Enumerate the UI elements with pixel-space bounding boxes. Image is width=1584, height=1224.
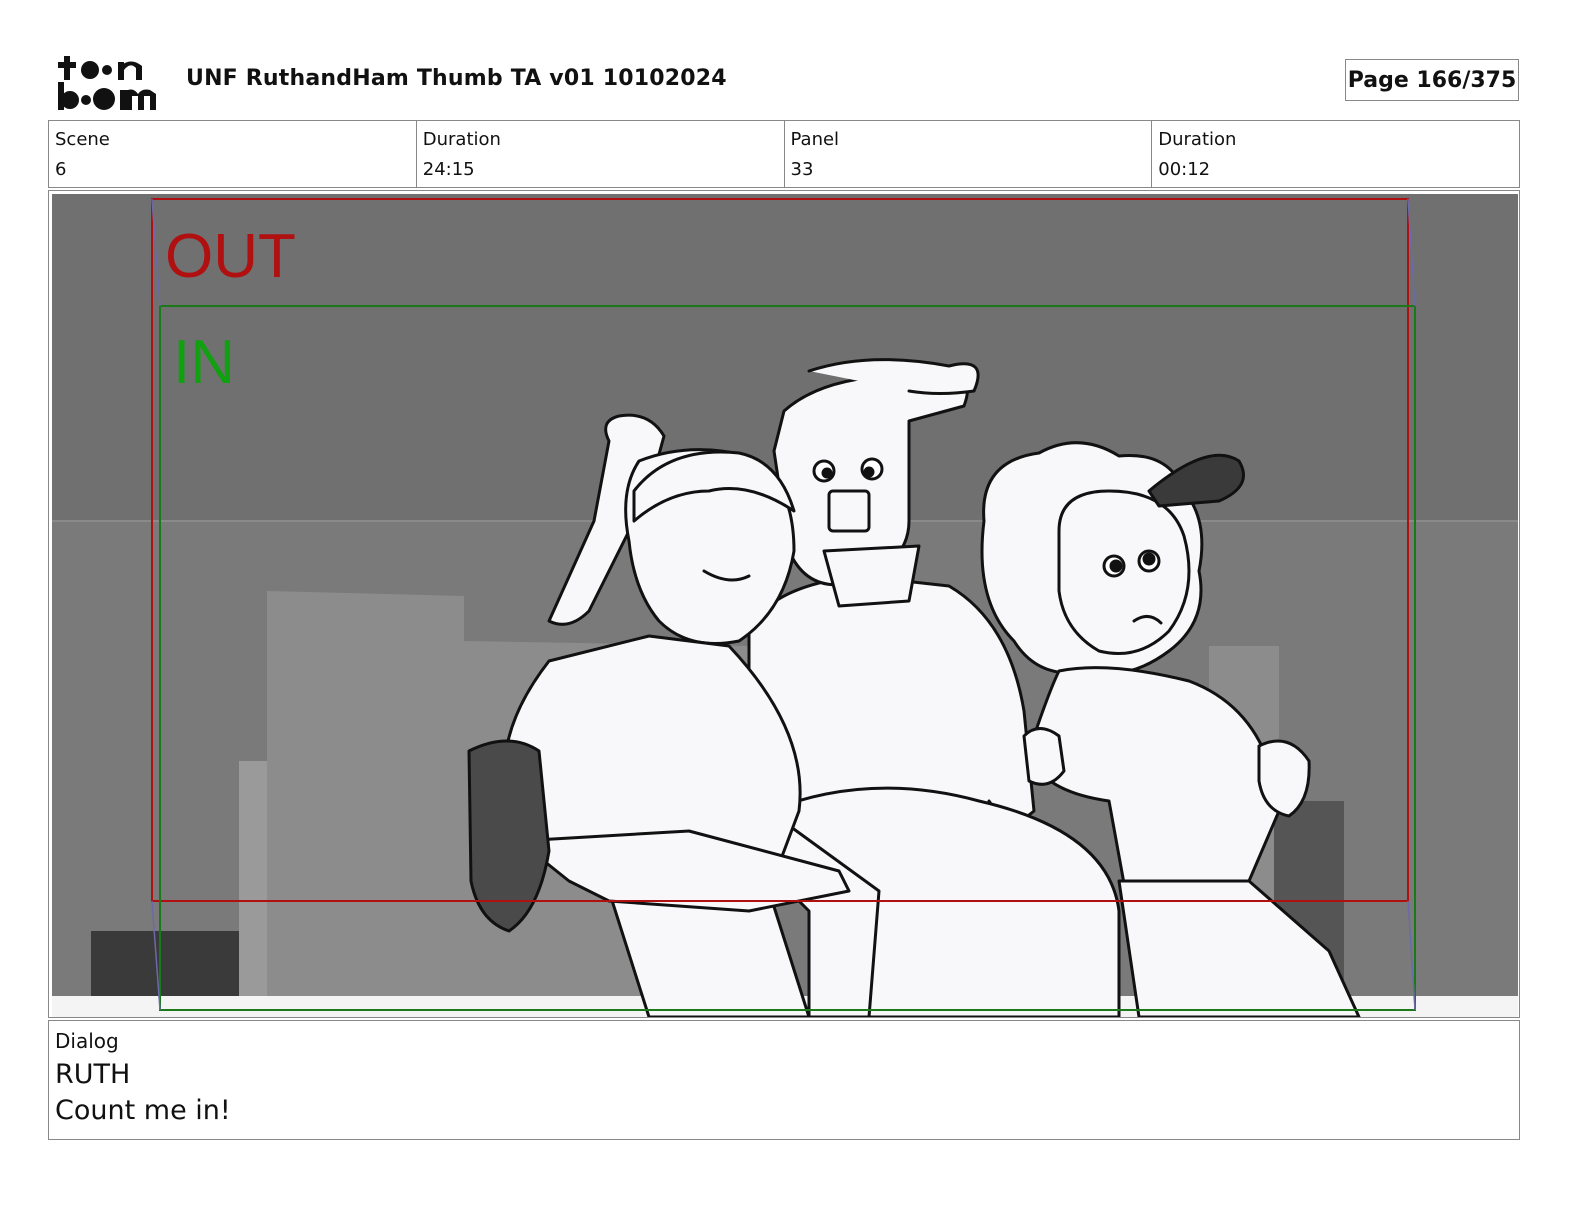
panel-artwork: OUT IN <box>52 194 1518 1017</box>
toon-boom-logo <box>52 52 164 112</box>
dialog-text: Count me in! <box>55 1095 231 1126</box>
ham-beard <box>822 544 921 608</box>
storyboard-panel: OUT IN <box>48 190 1520 1018</box>
dialog-character: RUTH <box>55 1059 131 1090</box>
boy-hand-left <box>1022 727 1066 786</box>
panel-duration-label: Duration <box>1158 129 1237 150</box>
dialog-label: Dialog <box>55 1029 119 1053</box>
document-title: UNF RuthandHam Thumb TA v01 10102024 <box>186 66 727 91</box>
scene-cell: Scene 6 <box>49 121 417 187</box>
panel-duration-cell: Duration 00:12 <box>1152 121 1519 187</box>
scene-duration-label: Duration <box>422 129 501 150</box>
page-number: Page 166/375 <box>1345 59 1519 101</box>
scene-duration-value: 24:15 <box>422 159 475 180</box>
scene-value: 6 <box>55 159 67 180</box>
panel-value: 33 <box>790 159 814 180</box>
out-label: OUT <box>165 222 296 291</box>
page-header: UNF RuthandHam Thumb TA v01 10102024 Pag… <box>48 48 1544 118</box>
panel-cell: Panel 33 <box>785 121 1153 187</box>
panel-duration-value: 00:12 <box>1158 159 1211 180</box>
panel-info-table: Scene 6 Duration 24:15 Panel 33 Duration… <box>48 120 1520 188</box>
scene-label: Scene <box>55 129 110 150</box>
boy-face <box>1057 489 1191 655</box>
in-label: IN <box>173 328 235 397</box>
ham-nose <box>827 489 871 533</box>
dialog-box: Dialog RUTH Count me in! <box>48 1020 1520 1140</box>
scene-duration-cell: Duration 24:15 <box>417 121 785 187</box>
panel-label: Panel <box>790 129 840 150</box>
